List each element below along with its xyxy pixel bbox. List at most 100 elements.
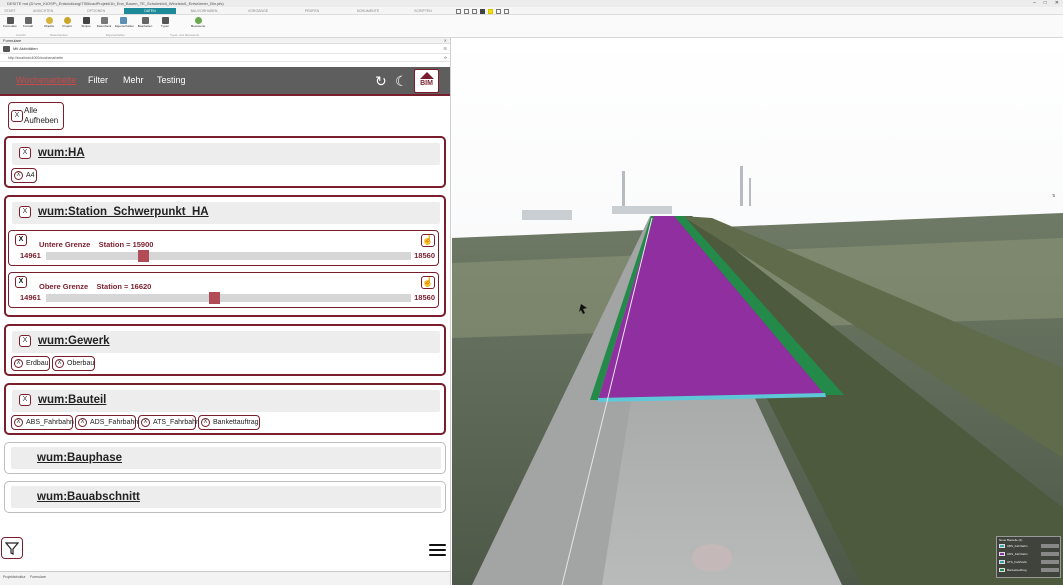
range-min: 14961 <box>20 293 41 302</box>
skripte-button[interactable]: Skripte <box>78 17 94 28</box>
legend-value-bar <box>1041 560 1059 564</box>
link-icon[interactable] <box>496 8 501 14</box>
nav-wochenarbeite[interactable]: Wochenarbeite <box>16 75 76 85</box>
kontakt-button[interactable]: Kontakt <box>20 17 36 28</box>
panel-menu-icon[interactable]: ☰ <box>443 44 447 54</box>
chip-remove-icon[interactable]: X <box>14 418 23 427</box>
chip-ads-fahrbahn[interactable]: X ADS_Fahrbahn <box>75 415 138 430</box>
remove-gewerk-button[interactable]: X <box>19 335 31 347</box>
3d-viewport[interactable]: ⇅ Neue Bauteile (4) ABS_Fahrbahn ADS_Fah… <box>452 38 1063 585</box>
close-icon[interactable]: ✕ <box>1055 0 1059 7</box>
title-bar: DESITE md (D:\vm_KIOSP\_Entwicklung\TSB\… <box>0 0 1063 7</box>
chip-erdbau[interactable]: X Erdbau <box>11 356 50 371</box>
legend-value-bar <box>1041 544 1059 548</box>
tab-daten[interactable]: DATEN <box>124 8 176 14</box>
tab-scripten[interactable]: SCRIPTEN <box>408 8 438 14</box>
slider-thumb[interactable] <box>138 250 149 262</box>
section-bauabschnitt[interactable]: wum:Bauabschnitt <box>4 481 446 513</box>
chip-abs-fahrbahn[interactable]: X ABS_Fahrbahn <box>11 415 74 430</box>
reset-upper-button[interactable]: X <box>15 276 27 288</box>
range-max: 18560 <box>414 293 435 302</box>
component-legend: Neue Bauteile (4) ABS_Fahrbahn ADS_Fahrb… <box>996 536 1061 578</box>
hand-pointer-icon[interactable]: ☝ <box>421 234 435 247</box>
tab-dokumente[interactable]: DOKUMENTE <box>350 8 386 14</box>
bearbeiten-button[interactable]: Bearbeiten <box>137 17 153 28</box>
hand-pointer-icon[interactable]: ☝ <box>421 276 435 289</box>
maximize-icon[interactable]: □ <box>1044 0 1047 7</box>
clear-all-button[interactable]: X Alle Aufheben <box>8 102 64 130</box>
refresh-icon[interactable]: ↻ <box>375 74 387 88</box>
ribbon-tabs: START ANSICHTEN OPTIONEN DATEN BAUVORHAB… <box>0 7 1063 15</box>
tab-pruefen[interactable]: PRÜFEN <box>298 8 326 14</box>
chip-remove-icon[interactable]: X <box>14 171 23 180</box>
hamburger-menu-icon[interactable] <box>429 544 446 556</box>
messwerte-button[interactable]: Messwerte <box>190 17 206 28</box>
legend-item[interactable]: ABS_Fahrbahn <box>999 544 1059 549</box>
layout-icon[interactable] <box>464 8 469 14</box>
projekt-button[interactable]: Projekt <box>59 17 75 28</box>
slider-thumb[interactable] <box>209 292 220 304</box>
chip-a4[interactable]: X A4 <box>11 168 37 183</box>
section-bauteil: X wum:Bauteil X ABS_Fahrbahn X ADS_Fahrb… <box>4 383 446 435</box>
section-bauphase[interactable]: wum:Bauphase <box>4 442 446 474</box>
dark-mode-icon[interactable]: ☾ <box>395 74 408 88</box>
contact-icon <box>24 17 32 24</box>
tab-optionen[interactable]: OPTIONEN <box>82 8 110 14</box>
slider-track[interactable] <box>46 250 411 262</box>
section-title: wum:Bauteil <box>38 394 107 406</box>
color-yellow-icon[interactable] <box>488 8 493 14</box>
datenbank-button[interactable]: Datenbank <box>96 17 112 28</box>
window-icon[interactable] <box>456 8 461 14</box>
reset-lower-button[interactable]: X <box>15 234 27 246</box>
section-title: wum:HA <box>38 147 85 159</box>
chip-ats-fahrbahn[interactable]: X ATS_Fahrbahn <box>138 415 200 430</box>
tab-projektstruktur[interactable]: Projektstruktur <box>3 575 26 579</box>
legend-swatch <box>999 544 1005 548</box>
chimney <box>622 171 625 207</box>
color-dark-icon[interactable] <box>480 8 485 14</box>
section-gewerk: X wum:Gewerk X Erdbau X Oberbau <box>4 324 446 376</box>
nav-mehr[interactable]: Mehr <box>123 75 144 85</box>
legend-swatch <box>999 552 1005 556</box>
nav-testing[interactable]: Testing <box>157 75 186 85</box>
chip-remove-icon[interactable]: X <box>78 418 87 427</box>
view-cube-icon[interactable]: ⇅ <box>1052 193 1060 205</box>
group-label: Datenbanken <box>50 33 68 37</box>
form-icon <box>6 17 14 24</box>
tab-ansichten[interactable]: ANSICHTEN <box>28 8 58 14</box>
chip-remove-icon[interactable]: X <box>14 359 23 368</box>
tab-formulare[interactable]: Formulare <box>30 575 46 579</box>
refresh-url-icon[interactable]: ⟳ <box>444 54 447 62</box>
app-navbar: Wochenarbeite Filter Mehr Testing ↻ ☾ BI… <box>0 67 450 96</box>
tab-bauvorhaben[interactable]: BAUVORHABEN <box>188 8 220 14</box>
objekte-button[interactable]: Objekte <box>41 17 57 28</box>
chip-remove-icon[interactable]: X <box>55 359 64 368</box>
panel-subheader: Mit Aktivitäten ☰ <box>0 44 450 54</box>
slider-track[interactable] <box>46 292 411 304</box>
range-max: 18560 <box>414 251 435 260</box>
legend-item[interactable]: ATS_Fahrbahn <box>999 560 1059 565</box>
upper-range-slider: X Obere Grenze Station = 16620 14961 185… <box>8 272 439 308</box>
remove-bauteil-button[interactable]: X <box>19 394 31 406</box>
chip-remove-icon[interactable]: X <box>201 418 210 427</box>
tab-vorgaenge[interactable]: VORGÄNGE <box>242 8 274 14</box>
nav-filter[interactable]: Filter <box>88 75 108 85</box>
chip-oberbau[interactable]: X Oberbau <box>52 356 95 371</box>
measure-icon <box>194 17 202 24</box>
home-icon[interactable] <box>504 8 509 14</box>
minimize-icon[interactable]: – <box>1033 0 1036 7</box>
remove-station-button[interactable]: X <box>19 206 31 218</box>
edit-icon <box>141 17 149 24</box>
filter-button[interactable] <box>1 537 23 559</box>
legend-item[interactable]: ADS_Fahrbahn <box>999 552 1059 557</box>
url-bar[interactable]: http://localhost:4000/wochenarbeite ⟳ <box>0 54 450 62</box>
monitor-icon[interactable] <box>472 8 477 14</box>
legend-item[interactable]: Bankettauftrag <box>999 568 1059 573</box>
formulare-button[interactable]: Formulare <box>2 17 18 28</box>
chip-bankettauftrag[interactable]: X Bankettauftrag <box>198 415 260 430</box>
typen-button[interactable]: Typen <box>157 17 173 28</box>
tab-start[interactable]: START <box>2 8 18 14</box>
chip-remove-icon[interactable]: X <box>141 418 150 427</box>
eigenschaften-button[interactable]: Eigenschaften <box>115 17 134 28</box>
remove-ha-button[interactable]: X <box>19 147 31 159</box>
